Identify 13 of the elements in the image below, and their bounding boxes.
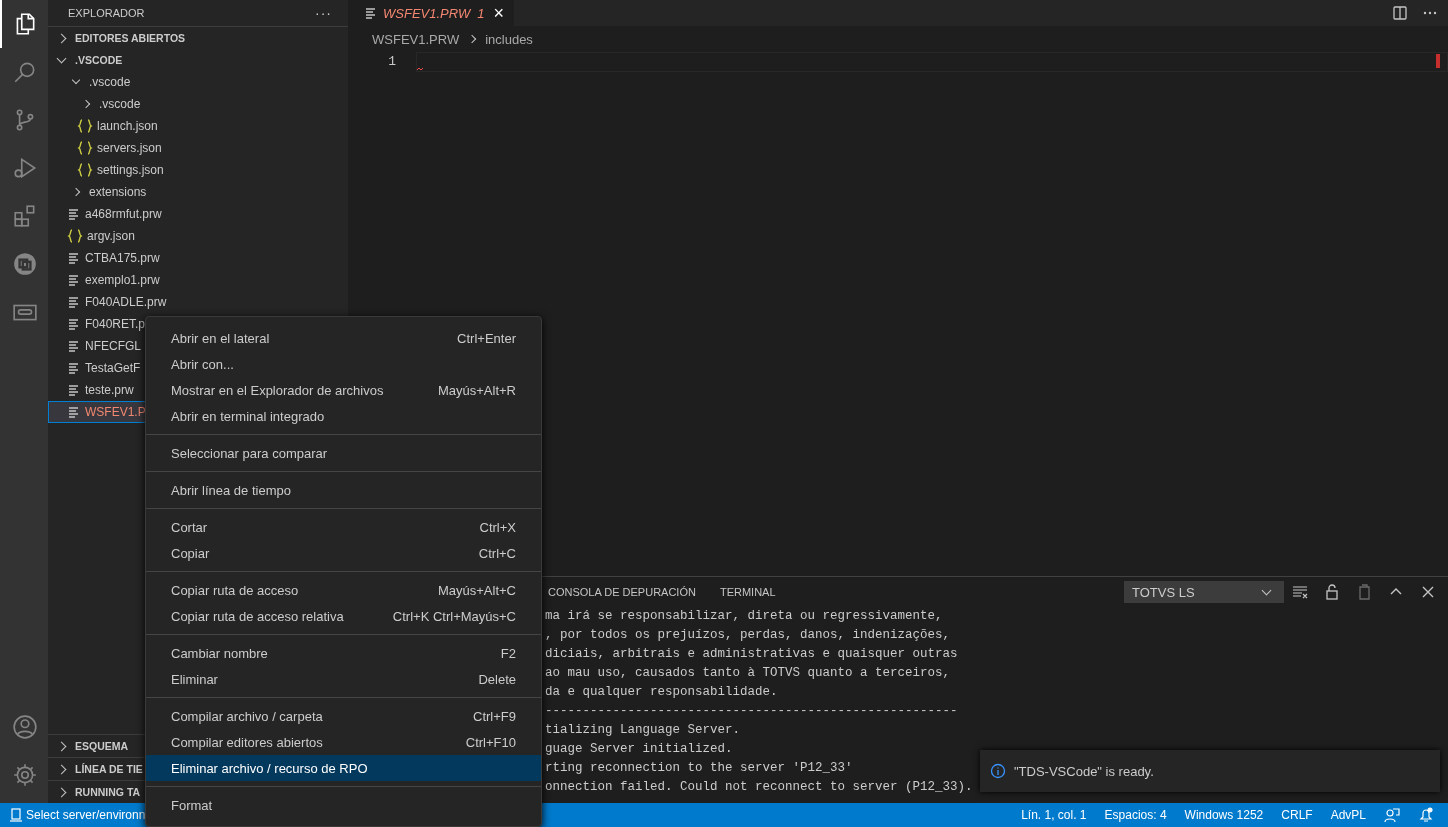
output-line: guage Server initialized.: [545, 741, 733, 758]
output-line: ma irá se responsabilizar, direta ou regressivamente,: [545, 608, 943, 625]
output-line: da e qualquer responsabilidade.: [545, 684, 778, 701]
line-number: 1: [388, 54, 396, 69]
output-line: onnection failed. Could not reconnect to server (P12_33).: [545, 779, 973, 796]
output-line: tializing Language Server.: [545, 722, 741, 739]
output-line: -------------------------------------------------------: [545, 703, 958, 720]
output-line: ao mau uso, causados tanto à TOTVS quanto a terceiros,: [545, 665, 951, 682]
output-line: rting reconnection to the server 'P12_33': [545, 760, 853, 777]
sidebar-title: EXPLORADOR: [68, 7, 145, 19]
output-line: diciais, arbitrais e administrativas e quaisquer outras: [545, 646, 958, 663]
notification-message: "TDS-VSCode" is ready.: [1014, 763, 1154, 779]
output-line: , por todos os prejuízos, perdas, danos, indenizações,: [545, 627, 951, 644]
